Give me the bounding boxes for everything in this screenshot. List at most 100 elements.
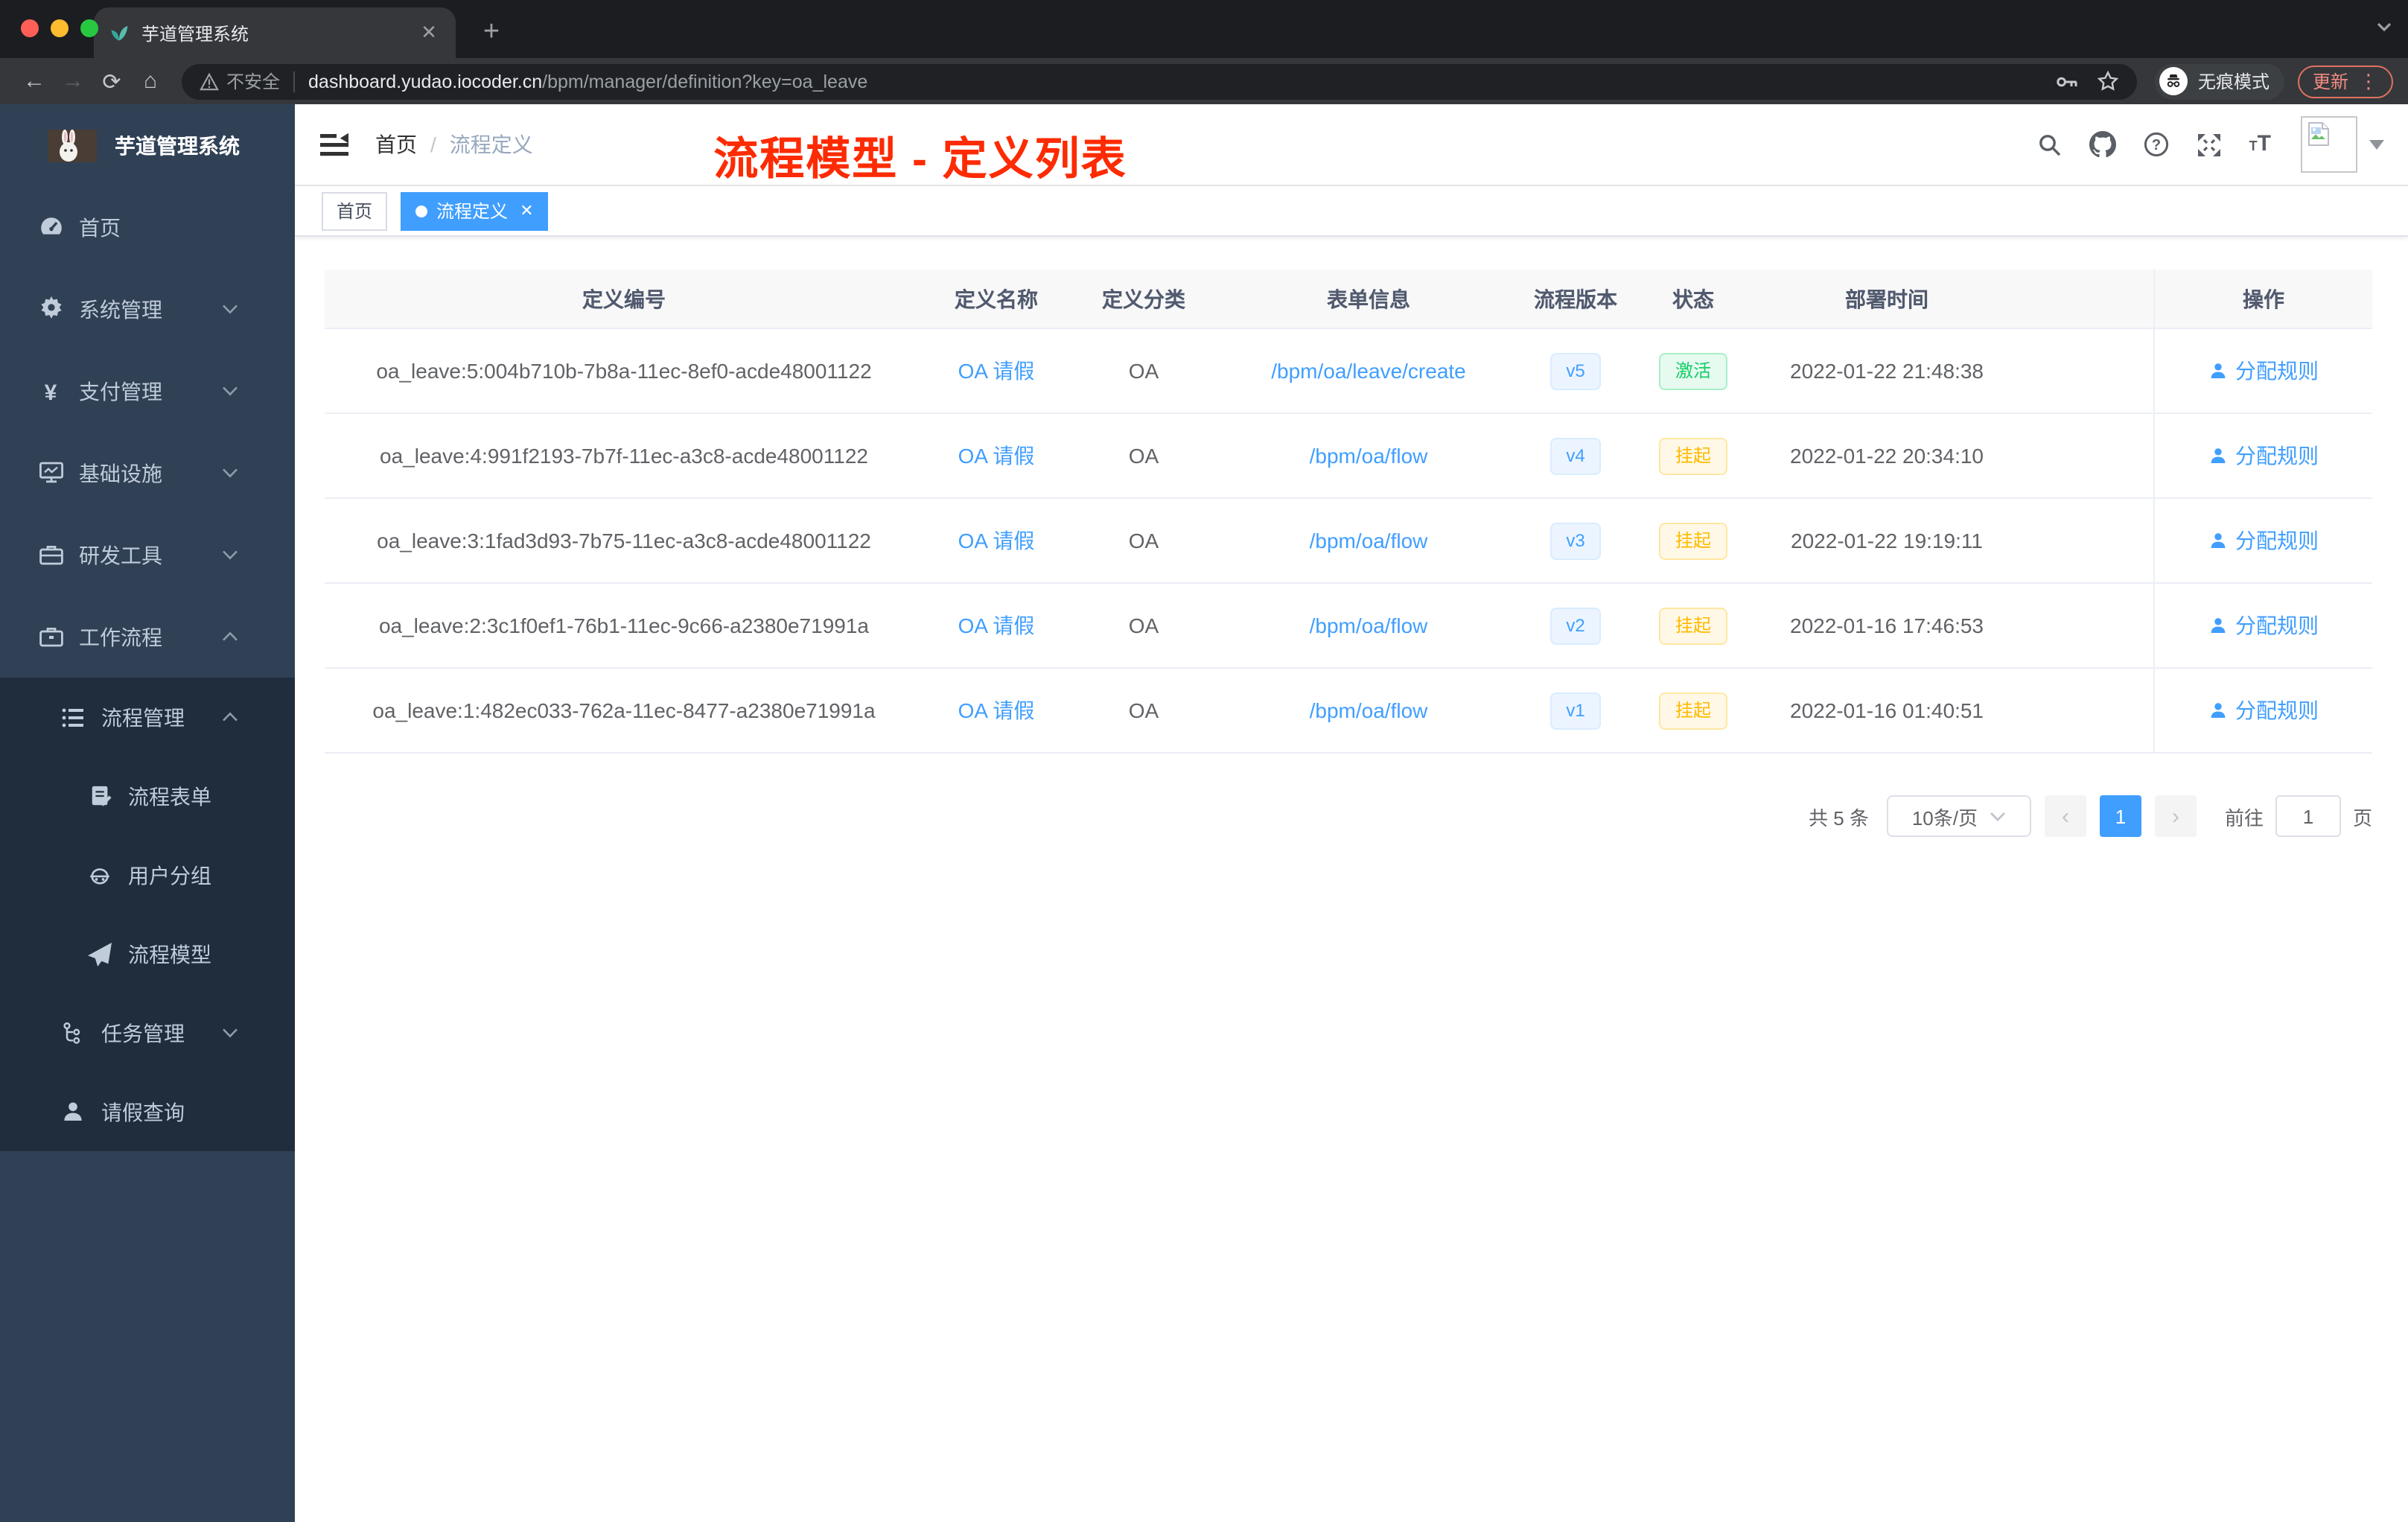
definition-name-link: OA 请假	[923, 611, 1069, 640]
status-badge: 挂起	[1658, 437, 1727, 474]
definition-id: oa_leave:1:482ec033-762a-11ec-8477-a2380…	[372, 698, 876, 722]
sidebar-item-首页[interactable]: 首页	[0, 186, 295, 268]
send-icon	[86, 942, 113, 966]
definition-name-link[interactable]: OA 请假	[958, 529, 1035, 553]
deploy-time: 2022-01-16 01:40:51	[1790, 698, 1984, 722]
assign-rule-link[interactable]: 分配规则	[2208, 695, 2319, 725]
tag-首页[interactable]: 首页	[322, 191, 388, 230]
definition-category: OA	[1128, 444, 1159, 468]
page-content: 定义编号 定义名称 定义分类 表单信息 流程版本 状态 部署时间 操作 oa_leave:5:…	[295, 237, 2408, 1522]
address-bar[interactable]: 不安全 dashboard.yudao.iocoder.cn/bpm/manag…	[182, 63, 2137, 99]
user-icon	[2208, 616, 2228, 635]
help-icon[interactable]: ?	[2144, 131, 2170, 158]
form-info-link[interactable]: /bpm/oa/flow	[1310, 698, 1428, 722]
breadcrumb-current: 流程定义	[449, 133, 533, 156]
sidebar-item-研发工具[interactable]: 研发工具	[0, 514, 295, 596]
goto-page-input[interactable]	[2275, 795, 2341, 837]
tag-流程定义[interactable]: 流程定义 ✕	[401, 191, 549, 230]
browser-tab[interactable]: 芋道管理系统 ✕	[94, 7, 456, 58]
new-tab-button[interactable]: +	[474, 16, 509, 49]
form-info-link[interactable]: /bpm/oa/flow	[1310, 614, 1428, 637]
action: 分配规则	[2153, 499, 2372, 582]
top-navbar: 首页 / 流程定义 ? TT	[295, 104, 2408, 186]
version-badge: v2	[1549, 607, 1602, 644]
font-size-icon[interactable]: TT	[2249, 133, 2271, 156]
assign-rule-link[interactable]: 分配规则	[2208, 611, 2319, 640]
assign-rule-link[interactable]: 分配规则	[2208, 526, 2319, 555]
home-icon[interactable]: ⌂	[131, 69, 170, 94]
logo-avatar	[48, 129, 97, 162]
assign-rule-link[interactable]: 分配规则	[2208, 441, 2319, 471]
security-warning-icon[interactable]	[200, 72, 219, 90]
sidebar-item-流程管理[interactable]: 流程管理	[0, 678, 295, 757]
window-controls[interactable]	[21, 19, 98, 37]
sidebar-item-任务管理[interactable]: 任务管理	[0, 993, 295, 1072]
sidebar-logo[interactable]: 芋道管理系统	[0, 104, 295, 186]
sidebar-item-工作流程[interactable]: 工作流程	[0, 596, 295, 678]
version-badge: v2	[1519, 607, 1632, 644]
status-badge: 激活	[1632, 352, 1754, 389]
bookmark-star-icon[interactable]	[2097, 70, 2119, 92]
avatar-broken-image-icon[interactable]	[2301, 116, 2357, 173]
tab-close-icon[interactable]: ✕	[417, 21, 441, 45]
user-icon	[2208, 701, 2228, 720]
version-badge: v5	[1519, 352, 1632, 389]
next-page-button[interactable]: ›	[2154, 795, 2197, 837]
sidebar-item-流程模型[interactable]: 流程模型	[0, 914, 295, 993]
browser-menu-kebab-icon[interactable]: ⋮	[2359, 69, 2378, 93]
password-key-icon[interactable]	[2055, 71, 2079, 92]
current-page-button[interactable]: 1	[2099, 795, 2141, 837]
minimize-window-icon[interactable]	[51, 19, 69, 37]
forward-icon[interactable]: →	[54, 69, 92, 94]
toolbox-icon	[37, 542, 64, 567]
definition-category: OA	[1128, 529, 1159, 553]
browser-update-button[interactable]: 更新 ⋮	[2297, 65, 2393, 98]
tag-close-icon[interactable]: ✕	[520, 201, 533, 220]
back-icon[interactable]: ←	[15, 69, 54, 94]
status-badge: 挂起	[1632, 437, 1754, 474]
collapse-sidebar-icon[interactable]	[319, 132, 348, 157]
github-icon[interactable]	[2089, 131, 2117, 158]
form-info-link: /bpm/oa/leave/create	[1218, 359, 1519, 383]
page-size-select[interactable]: 10条/页	[1886, 795, 2031, 837]
form-info-link[interactable]: /bpm/oa/leave/create	[1271, 359, 1466, 383]
url-path: /bpm/manager/definition?key=oa_leave	[542, 71, 868, 92]
form-info-link[interactable]: /bpm/oa/flow	[1310, 444, 1428, 468]
security-label[interactable]: 不安全	[226, 69, 280, 94]
status-badge: 挂起	[1632, 607, 1754, 644]
sidebar-item-支付管理[interactable]: ¥ 支付管理	[0, 350, 295, 432]
goto-label: 前往	[2224, 806, 2264, 829]
url-text[interactable]: dashboard.yudao.iocoder.cn/bpm/manager/d…	[308, 71, 2040, 92]
fullscreen-icon[interactable]	[2197, 132, 2223, 157]
sidebar-item-用户分组[interactable]: 用户分组	[0, 835, 295, 914]
definition-name-link[interactable]: OA 请假	[958, 359, 1035, 383]
definition-name-link[interactable]: OA 请假	[958, 698, 1035, 722]
tab-search-icon[interactable]	[2375, 18, 2393, 36]
prev-page-button[interactable]: ‹	[2044, 795, 2086, 837]
user-icon	[60, 1100, 86, 1124]
user-icon	[2208, 531, 2228, 550]
user-dropdown[interactable]	[2301, 116, 2384, 173]
svg-text:¥: ¥	[45, 380, 57, 403]
sidebar-item-系统管理[interactable]: 系统管理	[0, 268, 295, 350]
close-window-icon[interactable]	[21, 19, 39, 37]
version-badge: v4	[1519, 437, 1632, 474]
incognito-badge: 无痕模式	[2154, 63, 2284, 99]
form-info-link[interactable]: /bpm/oa/flow	[1310, 529, 1428, 553]
assign-rule-link[interactable]: 分配规则	[2208, 356, 2319, 386]
sidebar-item-流程表单[interactable]: 流程表单	[0, 757, 295, 835]
browser-toolbar: ← → ⟳ ⌂ 不安全 dashboard.yudao.iocoder.cn/b…	[0, 58, 2408, 104]
breadcrumb-home[interactable]: 首页	[375, 130, 417, 159]
sidebar-item-请假查询[interactable]: 请假查询	[0, 1072, 295, 1151]
definition-name-link: OA 请假	[923, 695, 1069, 725]
zoom-window-icon[interactable]	[80, 19, 98, 37]
column-header-定义分类: 定义分类	[1102, 287, 1185, 311]
definition-name-link[interactable]: OA 请假	[958, 614, 1035, 637]
reload-icon[interactable]: ⟳	[92, 68, 131, 95]
search-icon[interactable]	[2038, 132, 2063, 157]
application-window: 芋道管理系统 ✕ + ← → ⟳ ⌂ 不安全 dashboard.yudao.i…	[0, 0, 2408, 1522]
app-title: 芋道管理系统	[115, 133, 240, 157]
sidebar-menu: 首页 系统管理 ¥ 支付管理 基础设施 研发工具 工作流程 流程管理 流程表单 用户分组 流程模型任…	[0, 186, 295, 1151]
sidebar-item-基础设施[interactable]: 基础设施	[0, 432, 295, 514]
definition-name-link[interactable]: OA 请假	[958, 444, 1035, 468]
